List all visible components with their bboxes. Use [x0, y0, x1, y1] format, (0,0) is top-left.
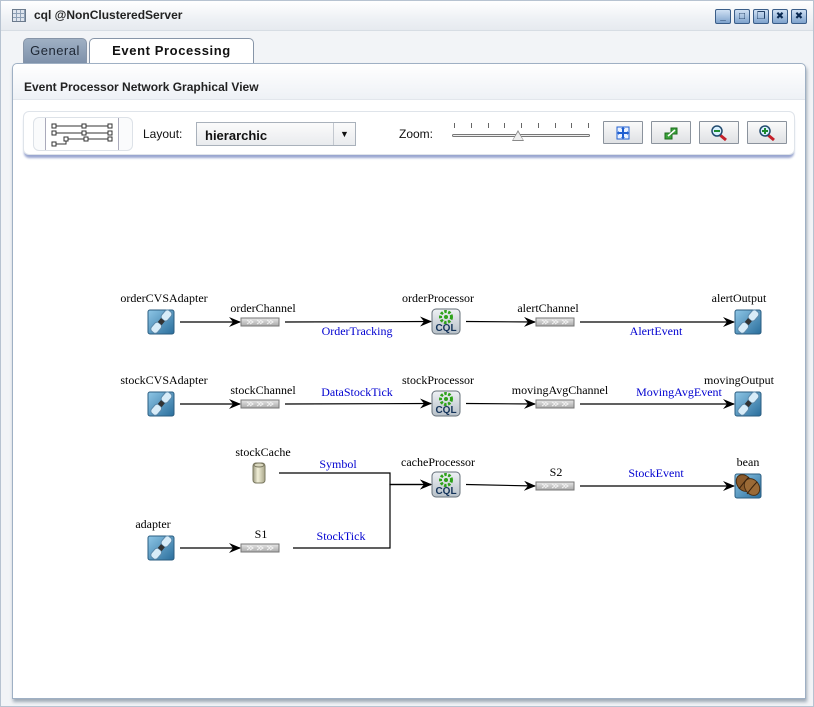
edge-event-type-label: DataStockTick: [321, 385, 393, 399]
bean-node-bean[interactable]: [732, 471, 764, 499]
zoom-out-icon: [711, 124, 727, 141]
maximize-button[interactable]: □: [734, 9, 750, 24]
edge-event-type-label: OrderTracking: [321, 324, 393, 338]
node-label: stockCVSAdapter: [120, 373, 208, 387]
window-title: cql @NonClusteredServer: [34, 8, 183, 22]
maximize-icon: □: [738, 10, 746, 22]
adapter-node-orderCVSAdapter[interactable]: [147, 308, 175, 336]
adapter-node-adapter[interactable]: [147, 534, 175, 562]
hierarchic-layout-icon: [51, 123, 113, 147]
fit-to-view-button[interactable]: [603, 121, 643, 144]
tab-general[interactable]: General: [23, 38, 87, 64]
zoom-slider[interactable]: [452, 120, 592, 148]
zoom-slider-tick: [504, 123, 506, 128]
edge-stockProcessor-to-movingAvgChannel[interactable]: [465, 398, 536, 409]
zoom-slider-thumb[interactable]: [512, 130, 525, 141]
edge-event-type-label: Symbol: [319, 457, 357, 471]
close-icon: ✖: [794, 10, 804, 22]
edge-orderChannel-to-orderProcessor[interactable]: [284, 316, 432, 327]
channel-node-orderChannel[interactable]: [240, 317, 280, 327]
channel-node-alertChannel[interactable]: [535, 317, 575, 327]
zoom-out-button[interactable]: [699, 121, 739, 144]
channel-node-S1[interactable]: [240, 543, 280, 553]
edge-stockChannel-to-stockProcessor[interactable]: [284, 398, 432, 409]
tab-event-processing-network[interactable]: Event Processing Ne...: [89, 38, 254, 82]
cache-node-stockCache[interactable]: [252, 462, 266, 484]
layout-select[interactable]: hierarchic ▼: [196, 122, 356, 146]
edge-cacheProcessor-to-S2[interactable]: [465, 480, 536, 491]
window: cql @NonClusteredServer _ □ ❐ ✖ ✖ General Ev…: [0, 0, 814, 707]
node-label: alertChannel: [517, 301, 579, 315]
edge-event-type-label: AlertEvent: [629, 324, 683, 338]
zoom-slider-tick: [487, 123, 489, 128]
processor-node-orderProcessor[interactable]: [430, 307, 462, 336]
node-label: bean: [736, 455, 760, 469]
node-label: S1: [254, 527, 268, 541]
channel-node-stockChannel[interactable]: [240, 399, 280, 409]
channel-node-movingAvgChannel[interactable]: [535, 399, 575, 409]
graph-toolbar: Layout: hierarchic ▼ Zoom:: [23, 111, 795, 155]
zoom-slider-tick: [588, 123, 589, 128]
edge-stockCache-to-cacheProcessor[interactable]: [279, 472, 432, 490]
zoom-slider-tick: [454, 123, 455, 128]
table-grid-icon: [12, 9, 26, 22]
edge-event-type-label: StockTick: [316, 529, 366, 543]
adapter-node-movingOutput[interactable]: [734, 390, 762, 418]
edge-orderProcessor-to-alertChannel[interactable]: [465, 316, 536, 327]
close-all-icon: ✖: [775, 10, 785, 22]
window-controls: _ □ ❐ ✖ ✖: [715, 9, 807, 24]
layout-preview-thumbnail[interactable]: [33, 117, 133, 151]
chevron-down-icon[interactable]: ▼: [333, 123, 355, 145]
edge-event-type-label: MovingAvgEvent: [636, 385, 722, 399]
close-all-button[interactable]: ✖: [772, 9, 788, 24]
zoom-slider-tick: [554, 123, 556, 128]
minimize-button[interactable]: _: [715, 9, 731, 24]
node-label: adapter: [135, 517, 171, 531]
move-arrows-icon: [616, 126, 630, 139]
node-label: S2: [549, 465, 563, 479]
adapter-node-stockCVSAdapter[interactable]: [147, 390, 175, 418]
node-label: alertOutput: [711, 291, 767, 305]
zoom-label: Zoom:: [399, 127, 434, 141]
node-label: stockProcessor: [402, 373, 474, 387]
adapter-node-alertOutput[interactable]: [734, 308, 762, 336]
layout-select-value: hierarchic: [205, 128, 268, 143]
node-label: movingAvgChannel: [511, 383, 609, 397]
minimize-icon: _: [720, 10, 726, 22]
processor-node-cacheProcessor[interactable]: [430, 470, 462, 499]
node-label: orderCVSAdapter: [120, 291, 208, 305]
actual-size-button[interactable]: [651, 121, 691, 144]
close-button[interactable]: ✖: [791, 9, 807, 24]
title-bar: cql @NonClusteredServer _ □ ❐ ✖ ✖: [1, 1, 813, 31]
zoom-slider-tick: [537, 123, 539, 128]
zoom-slider-tick: [571, 123, 573, 128]
zoom-in-button[interactable]: [747, 121, 787, 144]
node-label: orderProcessor: [402, 291, 474, 305]
node-label: cacheProcessor: [401, 455, 475, 469]
graphical-view-panel: Event Processor Network Graphical View C…: [12, 63, 806, 699]
edge-event-type-label: StockEvent: [628, 466, 684, 480]
restore-icon: ❐: [756, 10, 766, 22]
zoom-slider-tick: [470, 123, 472, 128]
layout-label: Layout:: [143, 127, 183, 141]
channel-node-S2[interactable]: [535, 481, 575, 491]
zoom-in-icon: [759, 124, 775, 141]
edges-layer: [180, 316, 735, 553]
zoom-slider-tick: [521, 123, 522, 128]
node-label: stockChannel: [230, 383, 296, 397]
processor-node-stockProcessor[interactable]: [430, 389, 462, 418]
expand-arrow-icon: [664, 127, 678, 139]
nodes-layer: [147, 307, 764, 562]
restore-button[interactable]: ❐: [753, 9, 769, 24]
node-label: stockCache: [235, 445, 291, 459]
tab-bar: General Event Processing Ne...: [23, 38, 254, 82]
node-label: orderChannel: [230, 301, 296, 315]
